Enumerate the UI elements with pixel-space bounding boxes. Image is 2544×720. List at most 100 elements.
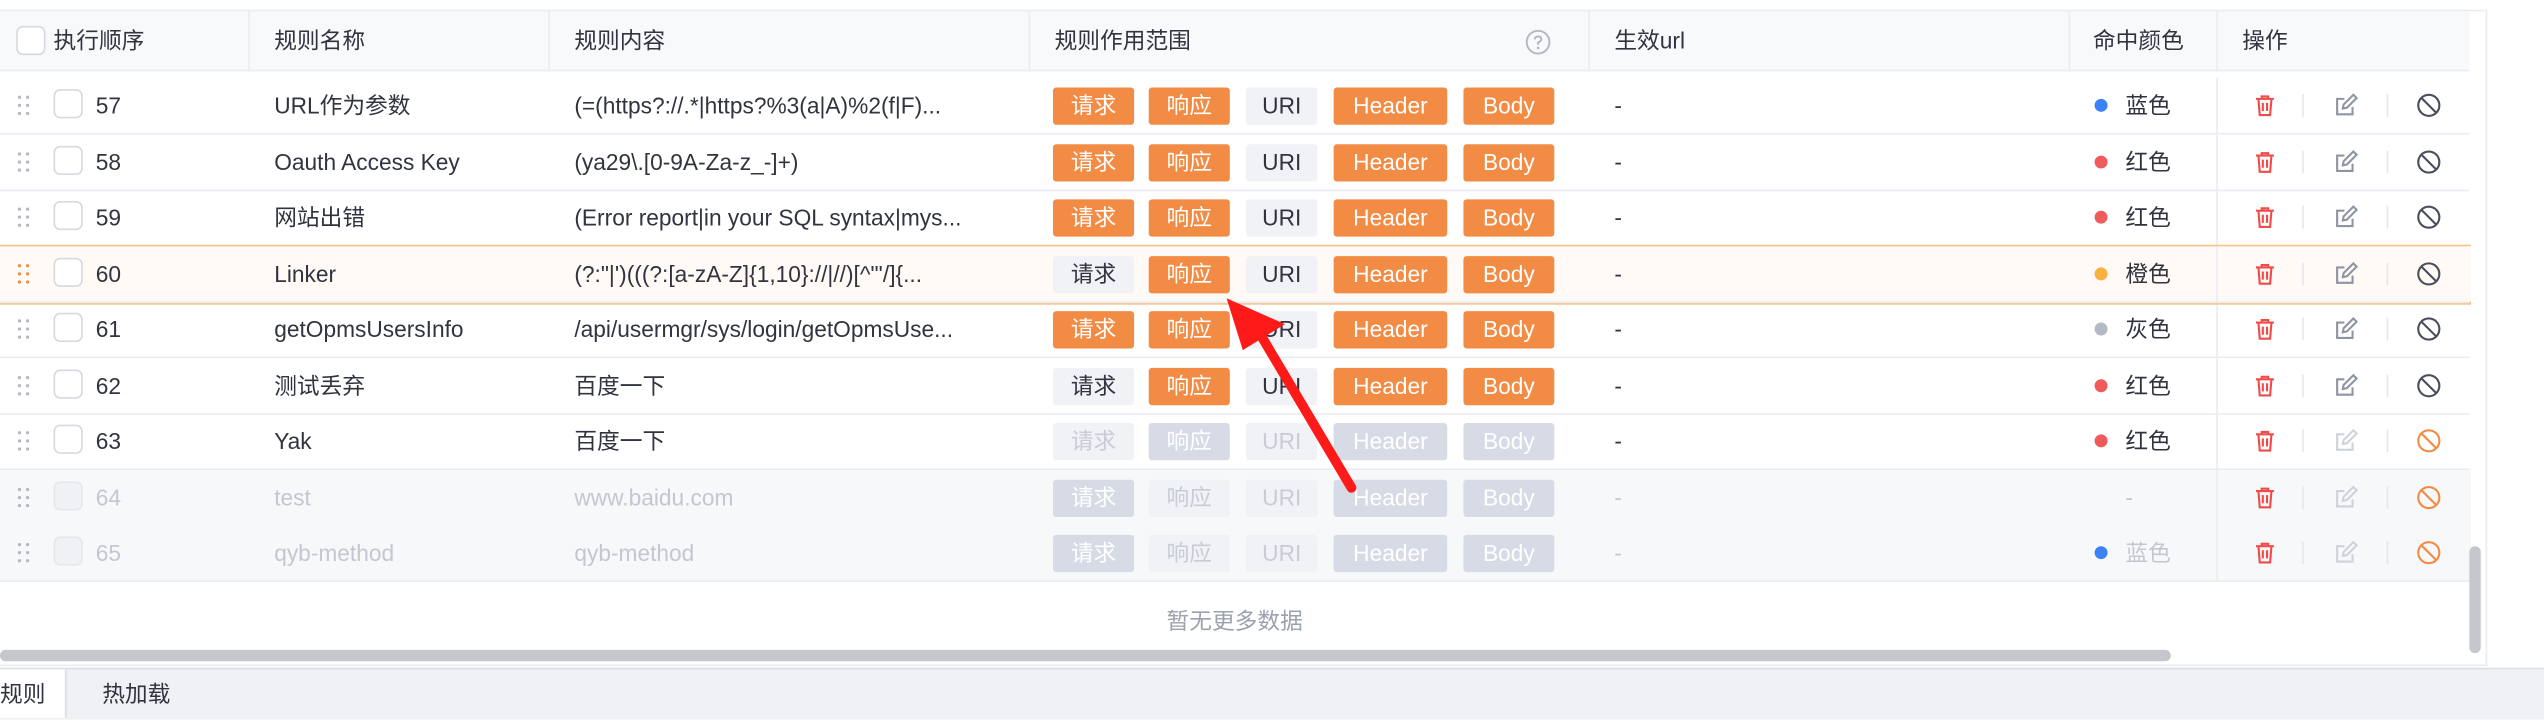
edit-icon[interactable] [2333,260,2359,286]
table-row[interactable]: 58 Oauth Access Key (ya29\.[0-9A-Za-z_-]+)… [0,133,2470,191]
scope-tag[interactable]: URI [1246,199,1318,237]
header-order[interactable]: 执行顺序 [54,11,145,69]
disable-icon[interactable] [2416,260,2442,286]
edit-icon[interactable] [2333,204,2359,230]
row-checkbox[interactable] [53,89,83,119]
edit-icon[interactable] [2333,148,2359,174]
row-checkbox[interactable] [53,536,83,566]
drag-handle-icon[interactable] [17,151,31,171]
trash-icon[interactable] [2252,260,2278,286]
trash-icon[interactable] [2252,428,2278,454]
scope-tag[interactable]: URI [1246,255,1318,293]
table-row[interactable]: 63 Yak 百度一下 请求 响应 URI Header Body - 红色 [0,413,2470,471]
table-row[interactable]: 59 网站出错 (Error report|in your SQL syntax|m… [0,189,2470,247]
scope-tag[interactable]: Header [1333,87,1448,125]
drag-handle-icon[interactable] [17,431,31,451]
scope-tag[interactable]: 请求 [1052,87,1135,125]
trash-icon[interactable] [2252,484,2278,510]
scope-tag[interactable]: 响应 [1148,199,1230,237]
scope-tag[interactable]: 响应 [1148,367,1230,405]
trash-icon[interactable] [2252,92,2278,118]
row-checkbox[interactable] [53,368,83,398]
trash-icon[interactable] [2252,148,2278,174]
scope-tag[interactable]: Header [1333,311,1448,349]
trash-icon[interactable] [2252,372,2278,398]
disable-icon[interactable] [2416,204,2442,230]
select-all-checkbox[interactable] [16,25,46,56]
row-checkbox[interactable] [53,200,83,231]
scope-tag[interactable]: URI [1246,87,1318,125]
row-checkbox[interactable] [53,312,83,342]
drag-handle-icon[interactable] [17,319,31,339]
scope-tag[interactable]: Header [1333,143,1448,181]
scope-tag[interactable]: Body [1463,87,1555,125]
scope-tag[interactable]: Header [1333,478,1448,517]
question-icon[interactable] [1525,29,1551,55]
scope-tag[interactable]: URI [1246,478,1318,517]
drag-handle-icon[interactable] [17,375,31,395]
table-row[interactable]: 65 qyb-method qyb-method 请求 响应 URI Header Body -… [0,525,2471,582]
vertical-scrollbar[interactable] [2469,546,2481,654]
row-checkbox[interactable] [53,145,83,175]
disable-icon[interactable] [2416,92,2442,118]
edit-icon[interactable] [2333,316,2359,342]
disable-icon[interactable] [2416,484,2442,510]
edit-icon[interactable] [2333,372,2359,398]
table-row[interactable]: 62 测试丢弃 百度一下 请求 响应 URI Header Body - 红色 [0,357,2470,415]
horizontal-scrollbar[interactable] [0,649,2171,662]
scope-tag[interactable]: Body [1463,199,1555,237]
scope-tag[interactable]: Body [1463,367,1555,405]
drag-handle-icon[interactable] [17,263,31,283]
scope-tag[interactable]: 请求 [1052,199,1135,237]
scope-tag[interactable]: 响应 [1148,255,1230,293]
disable-icon[interactable] [2416,148,2442,174]
row-checkbox[interactable] [53,256,83,287]
table-row[interactable]: 61 getOpmsUsersInfo/api/usermgr/sys/login… [0,301,2470,359]
scope-tag[interactable]: 请求 [1052,143,1135,181]
scope-tag[interactable]: URI [1246,143,1318,181]
edit-icon[interactable] [2333,428,2359,454]
disable-icon[interactable] [2416,316,2442,342]
edit-icon[interactable] [2333,540,2359,566]
drag-handle-icon[interactable] [17,487,31,507]
scope-tag[interactable]: Header [1333,199,1448,237]
scope-tag[interactable]: 请求 [1052,423,1135,461]
scope-tag[interactable]: Header [1333,534,1448,573]
scope-tag[interactable]: Header [1333,255,1448,293]
disable-icon[interactable] [2416,540,2442,566]
scope-tag[interactable]: Body [1463,255,1555,293]
trash-icon[interactable] [2252,316,2278,342]
drag-handle-icon[interactable] [17,207,31,227]
row-checkbox[interactable] [53,424,83,454]
tab-hot-reload[interactable]: 热加载 [83,669,190,718]
trash-icon[interactable] [2252,204,2278,230]
table-row[interactable]: 60 Linker (?:"|')(((?:[a-zA-Z]{1,10}://|//… [0,243,2471,304]
scope-tag[interactable]: 响应 [1148,478,1230,517]
scope-tag[interactable]: Header [1333,367,1448,405]
scope-tag[interactable]: 请求 [1052,478,1135,517]
disable-icon[interactable] [2416,372,2442,398]
scope-tag[interactable]: 响应 [1148,534,1230,573]
scope-tag[interactable]: URI [1246,423,1318,461]
scope-tag[interactable]: 响应 [1148,87,1230,125]
scope-tag[interactable]: Body [1463,534,1555,573]
table-row[interactable]: 64 test www.baidu.com 请求 响应 URI Header Body - - [0,469,2471,526]
scope-tag[interactable]: 响应 [1148,311,1230,349]
drag-handle-icon[interactable] [17,95,31,116]
scope-tag[interactable]: URI [1246,311,1318,349]
row-checkbox[interactable] [53,480,83,510]
scope-tag[interactable]: 请求 [1052,311,1135,349]
scope-tag[interactable]: 请求 [1052,534,1135,573]
scope-tag[interactable]: Body [1463,478,1555,517]
scope-tag[interactable]: Body [1463,143,1555,181]
scope-tag[interactable]: 响应 [1148,143,1230,181]
scope-tag[interactable]: URI [1246,367,1318,405]
scope-tag[interactable]: Body [1463,423,1555,461]
scope-tag[interactable]: 请求 [1052,255,1135,293]
scope-tag[interactable]: Header [1333,423,1448,461]
edit-icon[interactable] [2333,92,2359,118]
scope-tag[interactable]: Body [1463,311,1555,349]
table-row[interactable]: 57 URL作为参数 (=(https?://.*|https?%3(a|A)%2(… [0,77,2470,135]
edit-icon[interactable] [2333,484,2359,510]
scope-tag[interactable]: 请求 [1052,367,1135,405]
